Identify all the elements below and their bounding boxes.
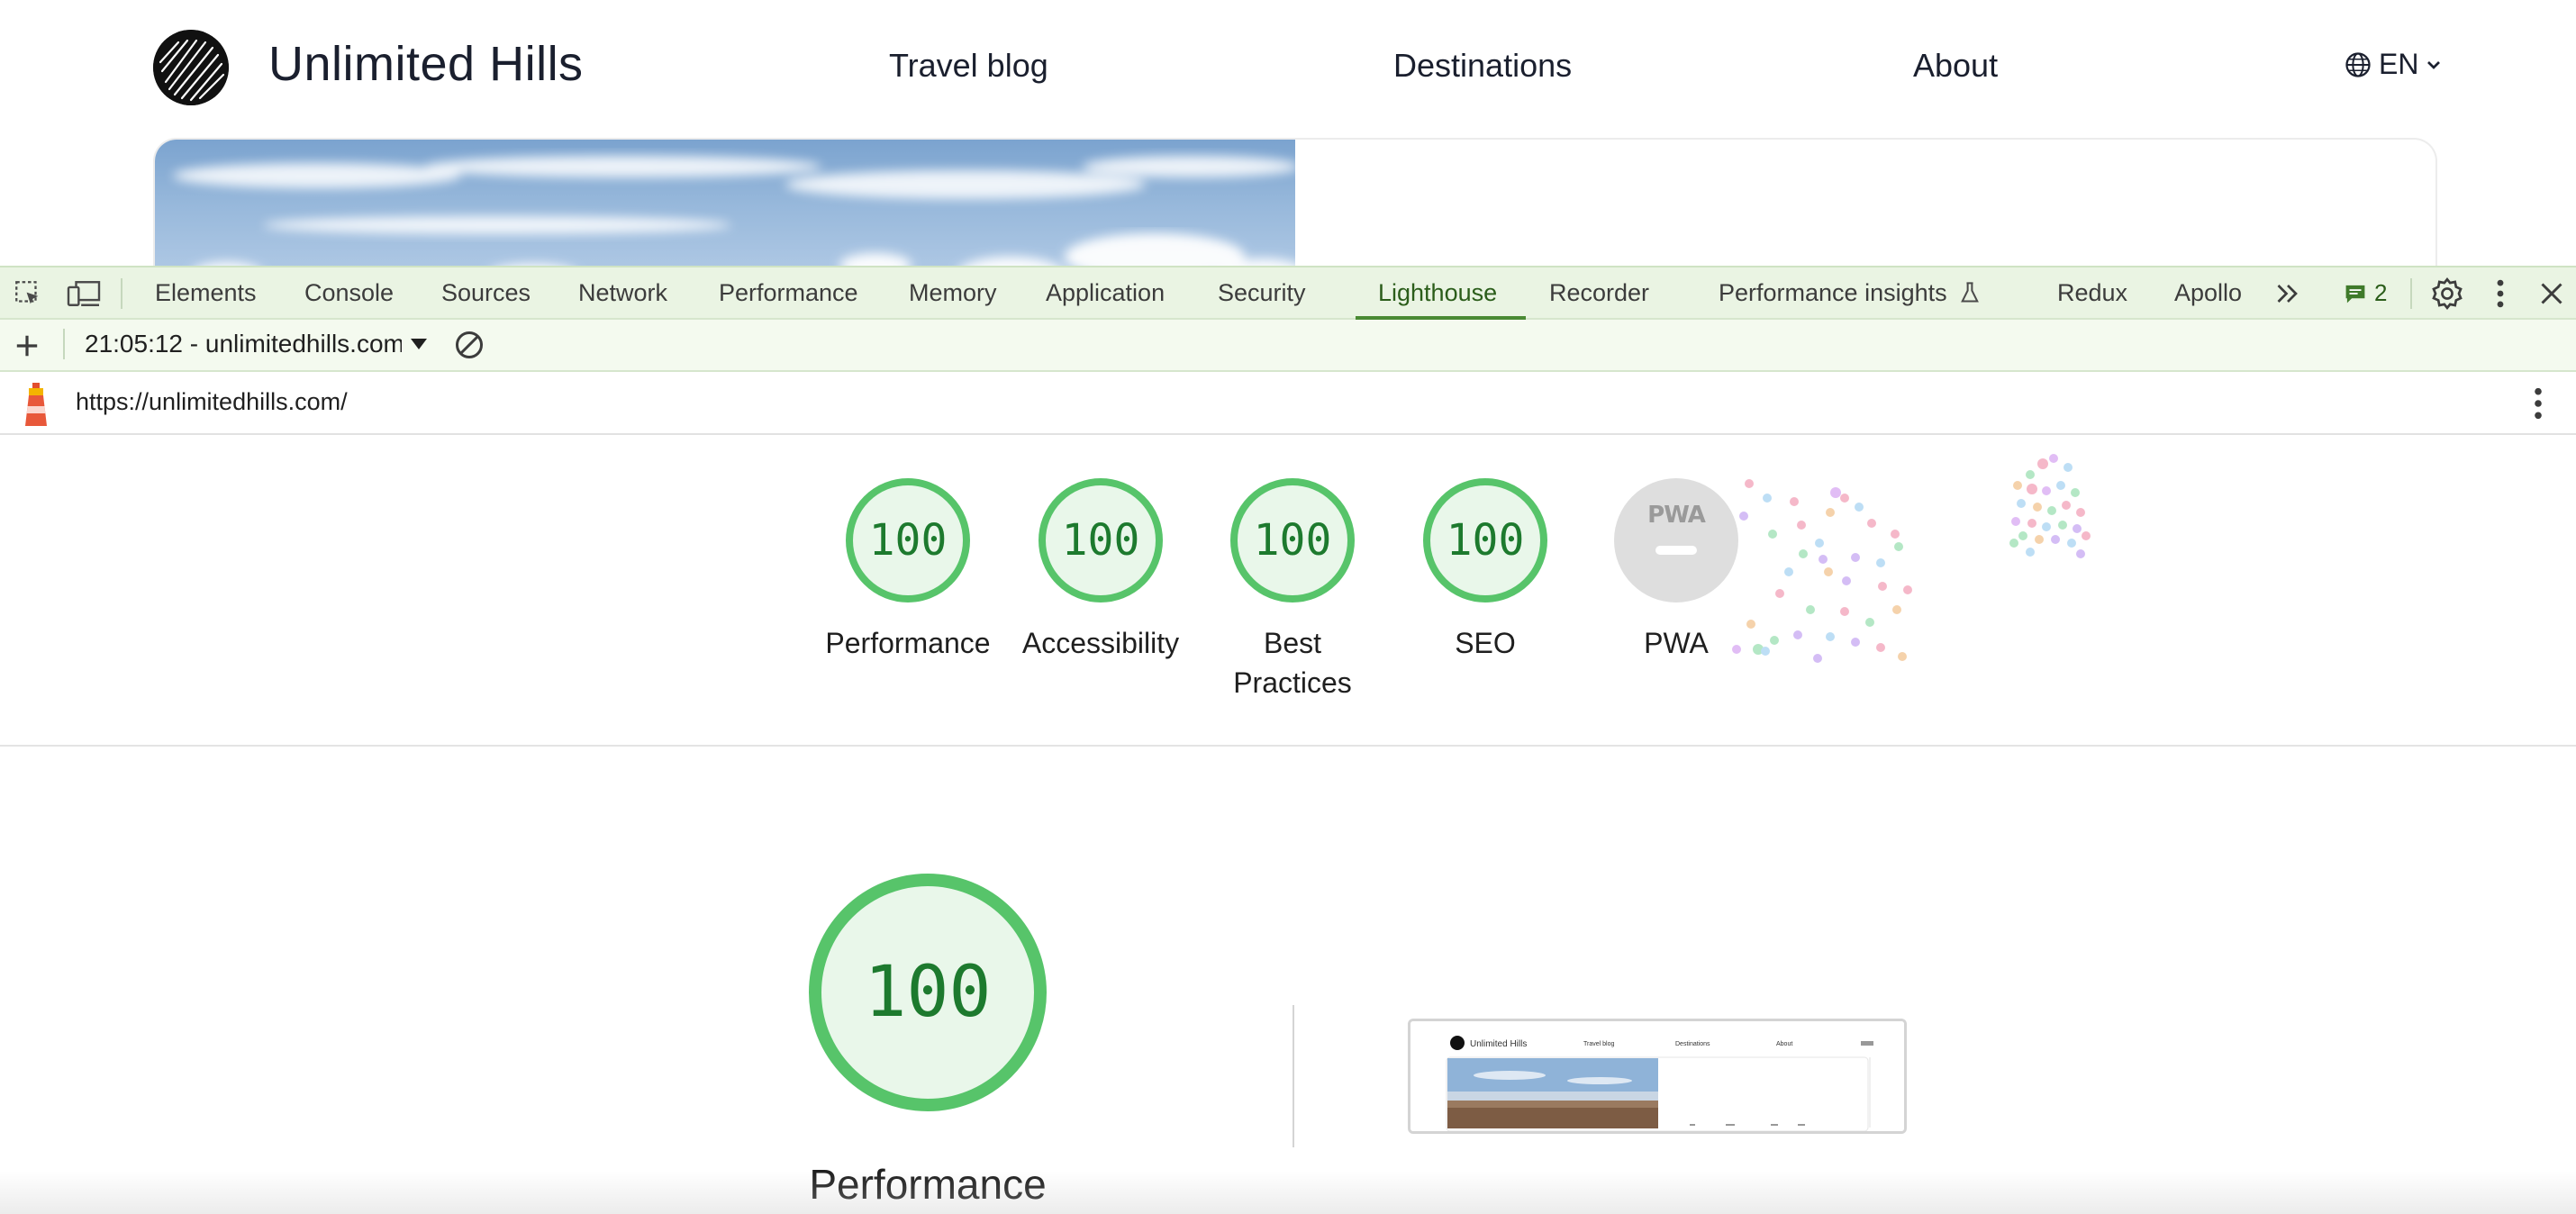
- tab-apollo[interactable]: Apollo: [2174, 279, 2242, 307]
- inspect-element-icon[interactable]: [13, 278, 43, 309]
- score-value: 100: [1061, 515, 1140, 566]
- language-selector[interactable]: EN: [2345, 48, 2442, 81]
- score-label-seo: SEO: [1455, 627, 1516, 659]
- site-header: Unlimited Hills Travel blog Destinations…: [0, 0, 2576, 137]
- score-gauge-performance[interactable]: 100: [846, 478, 970, 602]
- globe-icon: [2345, 51, 2371, 77]
- score-gauge-accessibility[interactable]: 100: [1039, 478, 1163, 602]
- language-code: EN: [2379, 48, 2419, 80]
- hero-card: [153, 138, 2437, 284]
- score-label-line1: Best: [1263, 627, 1322, 659]
- kebab-menu-icon[interactable]: [2491, 278, 2509, 309]
- score-gauge-seo[interactable]: 100: [1423, 478, 1547, 602]
- tab-redux[interactable]: Redux: [2057, 279, 2127, 307]
- performance-section-title: Performance: [809, 1161, 1047, 1208]
- nav-destinations[interactable]: Destinations: [1393, 47, 1572, 85]
- close-icon[interactable]: [2538, 280, 2565, 307]
- score-label-best-practices: Best Practices: [1193, 623, 1392, 702]
- tab-lighthouse[interactable]: Lighthouse: [1378, 279, 1497, 307]
- issues-badge[interactable]: 2: [2344, 279, 2387, 307]
- site-logo[interactable]: [153, 30, 229, 105]
- clear-block-icon[interactable]: [453, 329, 485, 361]
- confetti-decoration: [1732, 454, 2091, 663]
- tab-performance-insights[interactable]: Performance insights: [1719, 279, 1981, 307]
- kebab-menu-icon[interactable]: [2527, 386, 2549, 421]
- score-label-accessibility: Accessibility: [1021, 627, 1180, 659]
- toolbar-separator: [2410, 278, 2412, 309]
- scribble-logo-icon: [153, 30, 229, 105]
- final-screenshot-thumbnail[interactable]: Unlimited Hills Travel blog Destinations…: [1408, 1019, 1907, 1134]
- report-selector-label: 21:05:12 - unlimitedhills.com: [85, 330, 402, 358]
- nav-about[interactable]: About: [1913, 47, 1998, 85]
- devtools-tab-bar: Elements Console Sources Network Perform…: [0, 266, 2576, 321]
- tab-sources[interactable]: Sources: [441, 279, 531, 307]
- double-chevron-right-icon[interactable]: [2273, 280, 2302, 307]
- thumb-nav-travel: Travel blog: [1583, 1041, 1614, 1047]
- plus-icon[interactable]: [13, 331, 41, 360]
- nav-travel-blog[interactable]: Travel blog: [889, 47, 1048, 85]
- tab-application[interactable]: Application: [1046, 279, 1165, 307]
- thumb-nav-destinations: Destinations: [1675, 1041, 1710, 1047]
- site-title[interactable]: Unlimited Hills: [268, 36, 584, 92]
- flask-icon: [1961, 282, 1980, 303]
- tab-recorder[interactable]: Recorder: [1549, 279, 1649, 307]
- tab-network[interactable]: Network: [578, 279, 667, 307]
- report-url[interactable]: https://unlimitedhills.com/: [76, 388, 348, 416]
- pwa-dash: [1655, 546, 1697, 555]
- score-value: 100: [1253, 515, 1332, 566]
- tab-elements[interactable]: Elements: [155, 279, 257, 307]
- devtools-panel: Elements Console Sources Network Perform…: [0, 266, 2576, 1214]
- score-value: 100: [864, 952, 992, 1033]
- tab-performance[interactable]: Performance: [719, 279, 858, 307]
- lighthouse-toolbar: 21:05:12 - unlimitedhills.com: [0, 320, 2576, 372]
- tab-performance-insights-label: Performance insights: [1719, 279, 1947, 306]
- device-toolbar-icon[interactable]: [66, 278, 102, 309]
- toolbar-separator: [121, 278, 122, 309]
- report-selector[interactable]: 21:05:12 - unlimitedhills.com: [85, 330, 427, 358]
- chevron-down-icon: [2427, 60, 2441, 69]
- toolbar-separator: [63, 329, 65, 359]
- tab-console[interactable]: Console: [304, 279, 394, 307]
- tab-security[interactable]: Security: [1218, 279, 1306, 307]
- performance-score-gauge-large[interactable]: 100: [809, 874, 1047, 1111]
- gear-icon[interactable]: [2430, 276, 2464, 311]
- issues-icon: [2345, 285, 2365, 303]
- score-value: 100: [868, 515, 948, 566]
- page-screenshot-image: Unlimited Hills Travel blog Destinations…: [1410, 1021, 1904, 1131]
- section-divider: [0, 745, 2576, 747]
- vertical-divider: [1293, 1005, 1294, 1147]
- score-gauge-best-practices[interactable]: 100: [1230, 478, 1355, 602]
- issues-count: 2: [2374, 279, 2388, 306]
- thumb-title: Unlimited Hills: [1470, 1039, 1527, 1049]
- report-url-bar: https://unlimitedhills.com/: [0, 372, 2576, 435]
- clouds-sky-photo: [173, 156, 1295, 284]
- thumb-nav-about: About: [1776, 1041, 1792, 1047]
- dropdown-triangle-icon: [411, 339, 427, 349]
- lighthouse-icon: [25, 383, 47, 426]
- hero-image: [155, 140, 1295, 284]
- score-value: 100: [1446, 515, 1525, 566]
- score-label-performance: Performance: [825, 627, 991, 659]
- tab-memory[interactable]: Memory: [909, 279, 997, 307]
- score-label-line2: Practices: [1233, 666, 1352, 699]
